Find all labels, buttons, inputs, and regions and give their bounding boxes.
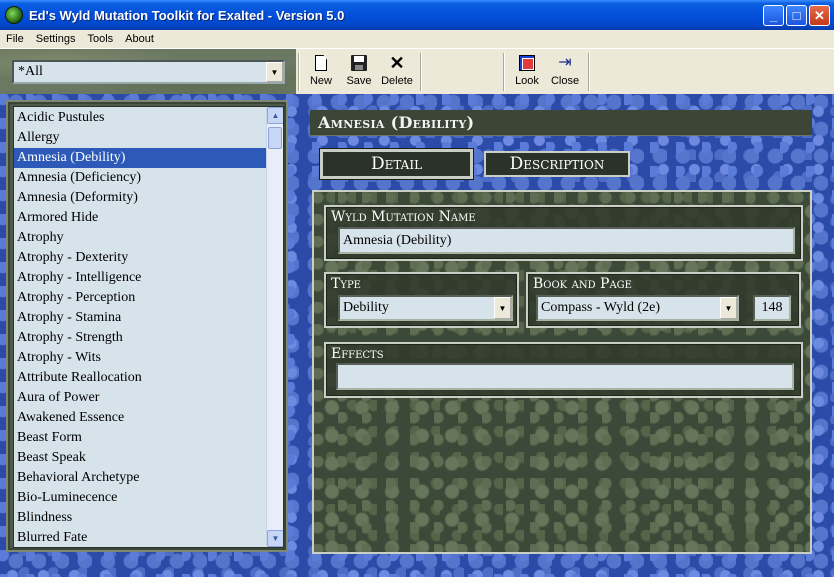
app-icon xyxy=(5,6,23,24)
toolbar-separator xyxy=(588,53,590,91)
list-scrollbar[interactable]: ▲ ▼ xyxy=(266,107,283,547)
list-item[interactable]: Atrophy - Perception xyxy=(14,288,266,308)
filter-panel: *All ▼ xyxy=(0,49,296,95)
list-item[interactable]: Blurred Fate xyxy=(14,528,266,547)
book-and-page-group: Book and Page Compass - Wyld (2e) ▼ 148 xyxy=(526,272,801,328)
toolbar-separator xyxy=(298,53,300,91)
mutation-list[interactable]: Acidic Pustules Allergy Amnesia (Debilit… xyxy=(13,106,284,548)
look-label: Look xyxy=(515,75,539,87)
scroll-up-icon[interactable]: ▲ xyxy=(267,107,283,124)
delete-x-icon: ✕ xyxy=(389,53,405,73)
toolbar: *All ▼ New Save ✕ Delete Look ⇥ Close xyxy=(0,48,834,95)
list-rows: Acidic Pustules Allergy Amnesia (Debilit… xyxy=(14,107,266,547)
mutation-name-group: Wyld Mutation Name Amnesia (Debility) xyxy=(324,205,803,261)
save-label: Save xyxy=(346,75,372,87)
effects-group: Effects xyxy=(324,342,803,398)
list-item-selected[interactable]: Amnesia (Debility) xyxy=(14,148,266,168)
maximize-button[interactable]: □ xyxy=(786,5,807,26)
tab-description[interactable]: Description xyxy=(484,151,630,177)
list-item[interactable]: Beast Form xyxy=(14,428,266,448)
type-group: Type Debility ▼ xyxy=(324,272,519,328)
list-item[interactable]: Acidic Pustules xyxy=(14,108,266,128)
book-value: Compass - Wyld (2e) xyxy=(541,300,661,315)
list-item[interactable]: Atrophy xyxy=(14,228,266,248)
toolbar-separator xyxy=(420,53,422,91)
title-bar[interactable]: Ed's Wyld Mutation Toolkit for Exalted -… xyxy=(0,0,834,30)
close-button[interactable]: ⇥ Close xyxy=(546,53,584,91)
scrollbar-thumb[interactable] xyxy=(268,127,282,149)
mutation-name-field[interactable]: Amnesia (Debility) xyxy=(338,227,795,254)
menu-bar: File Settings Tools About xyxy=(0,30,834,48)
mutation-name-label: Wyld Mutation Name xyxy=(331,209,476,225)
list-item[interactable]: Attribute Reallocation xyxy=(14,368,266,388)
window-title: Ed's Wyld Mutation Toolkit for Exalted -… xyxy=(29,7,345,23)
detail-header: Amnesia (Debility) xyxy=(310,110,812,136)
list-item[interactable]: Aura of Power xyxy=(14,388,266,408)
look-button[interactable]: Look xyxy=(508,53,546,91)
type-value: Debility xyxy=(343,300,389,315)
effects-field[interactable] xyxy=(336,363,794,390)
new-button[interactable]: New xyxy=(302,53,340,91)
filter-value: *All xyxy=(18,64,43,79)
chevron-down-icon[interactable]: ▼ xyxy=(720,297,737,319)
floppy-disk-icon xyxy=(351,55,367,71)
book-dropdown[interactable]: Compass - Wyld (2e) ▼ xyxy=(536,295,739,321)
menu-file[interactable]: File xyxy=(0,33,30,45)
list-item[interactable]: Bio-Luminecence xyxy=(14,488,266,508)
detail-title: Amnesia (Debility) xyxy=(318,113,475,132)
list-item[interactable]: Atrophy - Wits xyxy=(14,348,266,368)
minimize-button[interactable]: _ xyxy=(763,5,784,26)
book-and-page-label: Book and Page xyxy=(533,276,632,292)
chevron-down-icon[interactable]: ▼ xyxy=(494,297,511,319)
delete-button[interactable]: ✕ Delete xyxy=(378,53,416,91)
tab-detail[interactable]: Detail xyxy=(320,149,473,179)
list-item[interactable]: Atrophy - Intelligence xyxy=(14,268,266,288)
toolbar-separator xyxy=(503,53,505,91)
filter-dropdown[interactable]: *All ▼ xyxy=(12,60,285,84)
exit-door-icon: ⇥ xyxy=(558,54,572,71)
delete-label: Delete xyxy=(381,75,413,87)
list-item[interactable]: Atrophy - Stamina xyxy=(14,308,266,328)
type-label: Type xyxy=(331,276,361,292)
list-item[interactable]: Atrophy - Dexterity xyxy=(14,248,266,268)
page-field[interactable]: 148 xyxy=(753,295,791,321)
list-item[interactable]: Beast Speak xyxy=(14,448,266,468)
scroll-down-icon[interactable]: ▼ xyxy=(267,530,283,547)
new-label: New xyxy=(309,75,332,87)
chevron-down-icon[interactable]: ▼ xyxy=(266,62,283,82)
close-window-button[interactable]: ✕ xyxy=(809,5,830,26)
page-value: 148 xyxy=(761,300,783,315)
list-item[interactable]: Amnesia (Deficiency) xyxy=(14,168,266,188)
type-dropdown[interactable]: Debility ▼ xyxy=(338,295,513,321)
close-label: Close xyxy=(550,75,580,87)
list-item[interactable]: Amnesia (Deformity) xyxy=(14,188,266,208)
list-item[interactable]: Awakened Essence xyxy=(14,408,266,428)
menu-about[interactable]: About xyxy=(119,33,160,45)
list-item[interactable]: Blindness xyxy=(14,508,266,528)
window-controls: _ □ ✕ xyxy=(763,5,830,26)
list-item[interactable]: Allergy xyxy=(14,128,266,148)
look-icon xyxy=(519,55,535,71)
menu-settings[interactable]: Settings xyxy=(30,33,82,45)
list-item[interactable]: Atrophy - Strength xyxy=(14,328,266,348)
save-button[interactable]: Save xyxy=(340,53,378,91)
list-item[interactable]: Armored Hide xyxy=(14,208,266,228)
menu-tools[interactable]: Tools xyxy=(81,33,119,45)
effects-label: Effects xyxy=(331,346,384,362)
new-document-icon xyxy=(315,55,327,71)
list-item[interactable]: Behavioral Archetype xyxy=(14,468,266,488)
mutation-name-value: Amnesia (Debility) xyxy=(343,232,452,248)
